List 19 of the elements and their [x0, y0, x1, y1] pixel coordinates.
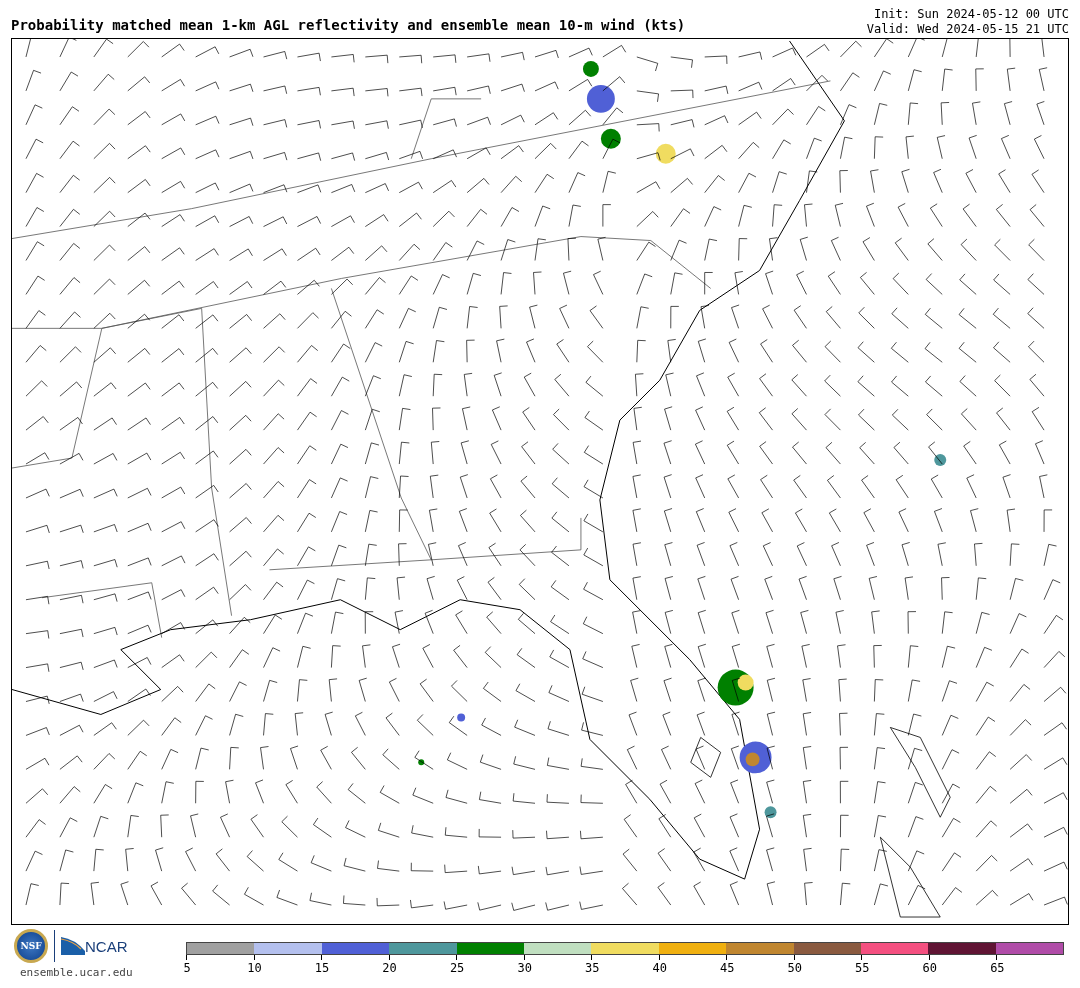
valid-time: Valid: Wed 2024-05-15 21 UTC	[866, 22, 1069, 37]
scale-tick-label: 65	[990, 961, 1005, 975]
scale-tick-label: 30	[517, 961, 532, 975]
chart-title: Probability matched mean 1-km AGL reflectivity and ensemble mean 10-m wind (kts)	[11, 17, 686, 35]
scale-tick-label: 45	[720, 961, 735, 975]
scale-tick-label: 60	[922, 961, 938, 975]
scale-tick-label: 10	[247, 961, 262, 975]
scale-tick-label: 15	[314, 961, 330, 975]
nsf-logo: NSF	[14, 929, 48, 963]
site-url: ensemble.ucar.edu	[20, 966, 134, 979]
scale-tick-label: 55	[855, 961, 870, 975]
scale-tick-label: 35	[584, 961, 600, 975]
scale-tick-label: 25	[449, 961, 465, 975]
init-time: Init: Sun 2024-05-12 00 UTC	[872, 7, 1069, 22]
scale-tick-label: 20	[382, 961, 397, 975]
ncar-logo: NCAR	[61, 937, 128, 955]
scale-tick-label: 40	[652, 961, 667, 975]
scale-tick-label: 50	[787, 961, 802, 975]
scale-tick-label: 5	[183, 961, 191, 975]
